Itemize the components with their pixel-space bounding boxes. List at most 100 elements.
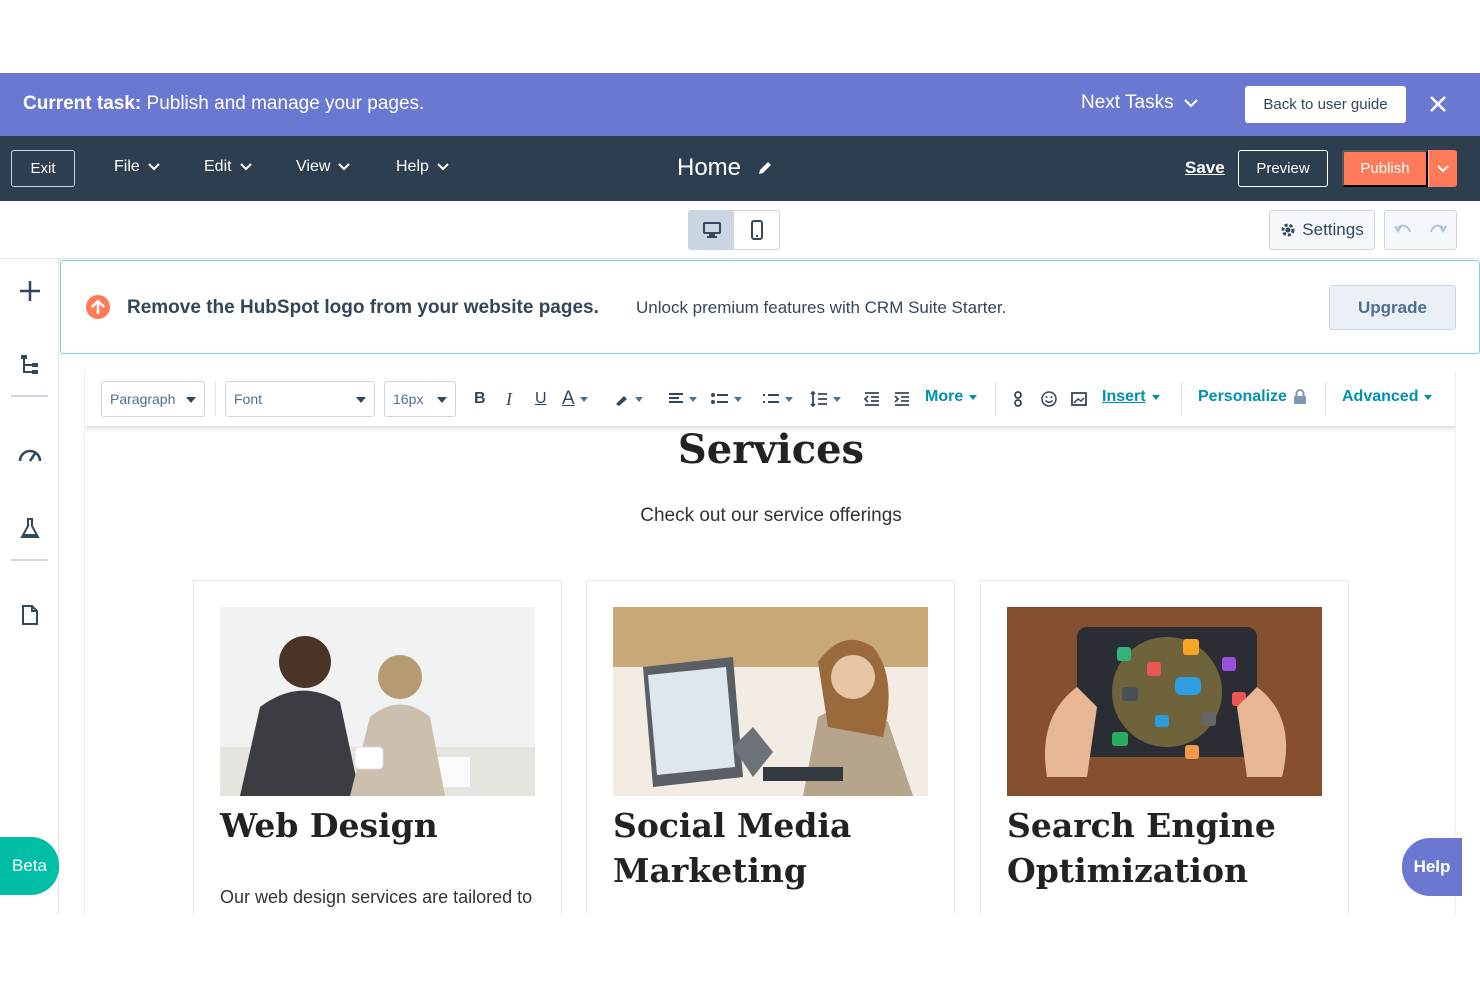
banner-title: Remove the HubSpot logo from your websit… [127, 297, 599, 318]
current-task-value: Publish and manage your pages. [146, 93, 425, 114]
undo-redo-group [1384, 210, 1457, 250]
personalize-label: Personalize [1198, 388, 1287, 405]
optimize-gauge-icon[interactable] [14, 438, 46, 470]
insert-menu[interactable]: Insert [1102, 388, 1160, 406]
font-size-value: 16px [393, 391, 424, 407]
chevron-down-icon [338, 163, 351, 171]
chevron-down-icon [148, 163, 160, 171]
web-design-image[interactable] [220, 607, 535, 796]
chevron-down-icon [437, 163, 449, 171]
font-select[interactable]: Font [225, 381, 375, 417]
line-height-icon[interactable] [810, 388, 841, 410]
toolbar-divider [995, 382, 996, 416]
menu-view[interactable]: View [296, 158, 351, 176]
mobile-icon [750, 220, 763, 240]
preview-button[interactable]: Preview [1238, 150, 1328, 187]
upgrade-button[interactable]: Upgrade [1329, 285, 1456, 330]
layers-icon[interactable] [14, 349, 46, 381]
highlight-icon[interactable] [614, 388, 643, 410]
undo-button[interactable] [1385, 211, 1421, 249]
publish-button[interactable]: Publish [1342, 150, 1428, 187]
indent-icon[interactable] [894, 388, 910, 410]
personalize-menu[interactable]: Personalize [1198, 388, 1307, 406]
banner-subtitle: Unlock premium features with CRM Suite S… [636, 298, 1007, 317]
task-bar: Current task: Publish and manage your pa… [0, 73, 1480, 136]
chevron-down-icon [437, 397, 447, 403]
outdent-icon[interactable] [864, 388, 880, 410]
beta-badge[interactable]: Beta [0, 837, 59, 895]
publish-options-button[interactable] [1428, 150, 1457, 187]
save-button[interactable]: Save [1185, 158, 1225, 178]
pencil-icon[interactable] [757, 160, 773, 176]
bold-icon[interactable]: B [474, 388, 486, 410]
menu-edit[interactable]: Edit [204, 158, 252, 176]
menu-help-label: Help [396, 158, 429, 175]
settings-button[interactable]: Settings [1269, 210, 1375, 250]
next-tasks-dropdown[interactable]: Next Tasks [1081, 92, 1198, 114]
text-color-icon[interactable]: A [562, 388, 588, 410]
current-task-label: Current task: [23, 93, 142, 114]
exit-button[interactable]: Exit [11, 150, 75, 187]
image-icon[interactable] [1071, 388, 1087, 410]
page-title: Home [677, 154, 773, 182]
upgrade-arrow-icon [86, 295, 110, 319]
emoji-icon[interactable] [1041, 388, 1057, 410]
left-sidebar [0, 259, 59, 914]
menu-view-label: View [296, 158, 331, 175]
menu-file[interactable]: File [114, 158, 160, 176]
mobile-view-button[interactable] [734, 211, 779, 249]
undo-icon [1393, 224, 1411, 233]
paragraph-style-select[interactable]: Paragraph [101, 381, 205, 417]
advanced-label: Advanced [1342, 388, 1419, 405]
redo-button[interactable] [1421, 211, 1457, 249]
social-media-image[interactable] [613, 607, 928, 796]
current-task-text: Current task: Publish and manage your pa… [23, 93, 424, 115]
chevron-down-icon [1437, 164, 1449, 172]
chevron-down-icon [1183, 98, 1198, 107]
card-title[interactable]: Web Design [220, 803, 540, 848]
chevron-down-icon [186, 397, 196, 403]
bullet-list-icon[interactable] [711, 388, 742, 410]
toolbar-divider [1181, 382, 1182, 416]
menu-file-label: File [114, 158, 140, 175]
font-size-select[interactable]: 16px [384, 381, 456, 417]
sidebar-divider [11, 559, 48, 561]
paragraph-style-value: Paragraph [110, 391, 176, 407]
test-flask-icon[interactable] [14, 512, 46, 544]
card-title[interactable]: Social Media Marketing [613, 803, 933, 893]
sidebar-divider [11, 395, 48, 397]
page-canvas: Paragraph Font 16px B I U A More Insert … [84, 370, 1456, 914]
card-title[interactable]: Search Engine Optimization [1007, 803, 1327, 893]
back-to-user-guide-button[interactable]: Back to user guide [1245, 86, 1406, 123]
insert-label: Insert [1102, 388, 1146, 405]
desktop-icon [702, 222, 721, 238]
redo-icon [1430, 224, 1448, 233]
add-icon[interactable] [14, 275, 46, 307]
section-subheading[interactable]: Check out our service offerings [85, 505, 1455, 527]
section-heading[interactable]: Services [85, 426, 1455, 473]
card-text[interactable]: Our web design services are tailored to … [220, 885, 540, 914]
service-card-seo[interactable]: Search Engine Optimization [980, 580, 1349, 914]
link-icon[interactable] [1013, 388, 1023, 410]
next-tasks-label: Next Tasks [1081, 92, 1174, 113]
service-card-social-media[interactable]: Social Media Marketing [586, 580, 955, 914]
seo-image[interactable] [1007, 607, 1322, 796]
font-value: Font [234, 391, 263, 407]
page-document-icon[interactable] [14, 599, 46, 631]
align-icon[interactable] [668, 388, 697, 410]
toolbar-divider [215, 382, 216, 416]
help-button[interactable]: Help [1402, 838, 1462, 896]
advanced-menu[interactable]: Advanced [1342, 388, 1433, 406]
underline-icon[interactable]: U [535, 388, 547, 410]
italic-icon[interactable]: I [506, 388, 512, 410]
device-toggle [688, 210, 780, 250]
more-menu[interactable]: More [925, 388, 978, 406]
numbered-list-icon[interactable] [762, 388, 793, 410]
desktop-view-button[interactable] [689, 211, 734, 249]
service-card-web-design[interactable]: Web Design Our web design services are t… [193, 580, 562, 914]
menu-help[interactable]: Help [396, 158, 449, 176]
close-icon[interactable] [1424, 90, 1452, 118]
lock-icon [1293, 389, 1306, 404]
chevron-down-icon [239, 163, 252, 171]
editor-sub-bar: Settings [0, 201, 1480, 259]
